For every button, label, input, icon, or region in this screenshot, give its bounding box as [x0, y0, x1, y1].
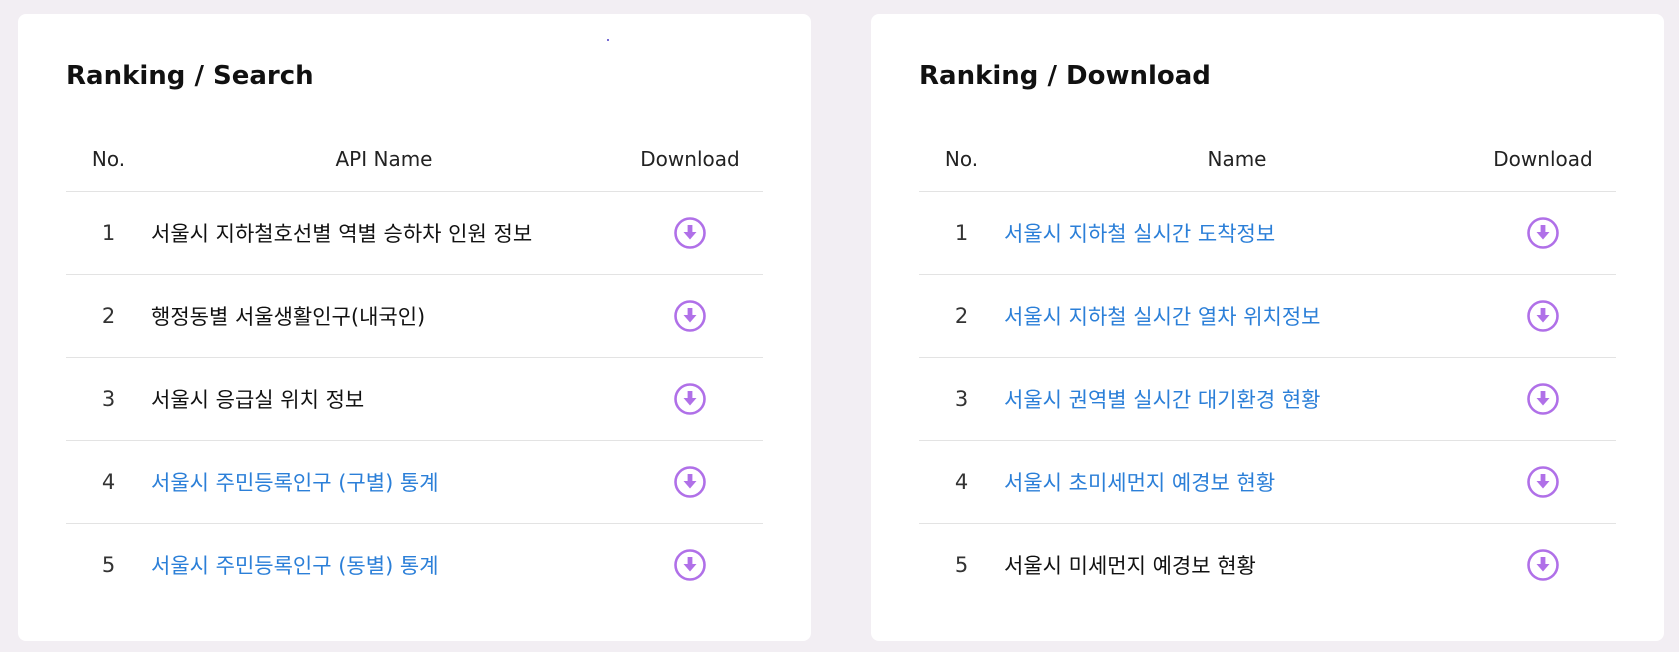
column-header-name: Name — [1004, 126, 1470, 192]
download-circle-icon — [673, 216, 707, 250]
rank-number: 5 — [954, 553, 969, 577]
dataset-name: 행정동별 서울생활인구(내국인) — [151, 274, 617, 358]
column-header-download: Download — [1470, 126, 1616, 192]
download-cell — [1470, 274, 1616, 358]
download-button[interactable] — [673, 299, 707, 333]
download-cell — [1470, 191, 1616, 275]
download-button[interactable] — [673, 465, 707, 499]
table-row: 2 행정동별 서울생활인구(내국인) — [66, 274, 763, 358]
download-circle-icon — [1526, 382, 1560, 416]
search-ranking-title: Ranking / Search — [66, 61, 314, 91]
download-circle-icon — [673, 548, 707, 582]
download-cell — [617, 524, 763, 607]
download-button[interactable] — [673, 548, 707, 582]
table-row: 1 서울시 지하철호선별 역별 승하차 인원 정보 — [66, 191, 763, 275]
dataset-name: 서울시 미세먼지 예경보 현황 — [1004, 554, 1256, 578]
download-button[interactable] — [1526, 216, 1560, 250]
dataset-name-link[interactable]: 서울시 지하철 실시간 열차 위치정보 — [1004, 274, 1470, 358]
download-circle-icon — [1526, 216, 1560, 250]
dataset-name: 서울시 응급실 위치 정보 — [151, 357, 617, 441]
column-header-no: No. — [919, 126, 1004, 192]
table-row: 1 서울시 지하철 실시간 도착정보 — [919, 191, 1616, 275]
download-cell — [1470, 524, 1616, 607]
rank-number: 1 — [919, 191, 1004, 275]
table-row: 5 서울시 미세먼지 예경보 현황 — [919, 524, 1616, 607]
dataset-name-link[interactable]: 서울시 주민등록인구 (동별) 통계 — [151, 524, 617, 607]
rank-number: 4 — [66, 440, 151, 524]
dataset-name-link[interactable]: 서울시 권역별 실시간 대기환경 현황 — [1004, 357, 1470, 441]
download-circle-icon — [673, 382, 707, 416]
download-ranking-panel: Ranking / Download No. Name Download 1 서울… — [871, 14, 1664, 641]
download-cell — [617, 357, 763, 441]
download-circle-icon — [1526, 465, 1560, 499]
download-cell — [617, 440, 763, 524]
rank-number: 5 — [101, 553, 116, 577]
download-cell — [1470, 440, 1616, 524]
dataset-name-link[interactable]: 서울시 초미세먼지 예경보 현황 — [1004, 440, 1470, 524]
search-ranking-panel: Ranking / Search No. API Name Download 1… — [18, 14, 811, 641]
download-button[interactable] — [1526, 299, 1560, 333]
download-button[interactable] — [673, 382, 707, 416]
table-row: 3 서울시 권역별 실시간 대기환경 현황 — [919, 357, 1616, 441]
table-row: 5 서울시 주민등록인구 (동별) 통계 — [66, 524, 763, 607]
column-header-api-name: API Name — [151, 126, 617, 192]
download-circle-icon — [673, 299, 707, 333]
table-row: 3 서울시 응급실 위치 정보 — [66, 357, 763, 441]
search-ranking-rows: 1 서울시 지하철호선별 역별 승하차 인원 정보 2 행정동별 서울생활인구(내국인… — [66, 191, 763, 607]
download-button[interactable] — [673, 216, 707, 250]
rank-number: 3 — [66, 357, 151, 441]
rank-number: 2 — [66, 274, 151, 358]
table-row: 4 서울시 주민등록인구 (구별) 통계 — [66, 440, 763, 524]
download-cell — [617, 191, 763, 275]
download-ranking-title: Ranking / Download — [919, 61, 1211, 91]
search-ranking-table: No. API Name Download 1 서울시 지하철호선별 역별 승하차… — [66, 126, 763, 606]
table-row: 2 서울시 지하철 실시간 열차 위치정보 — [919, 274, 1616, 358]
download-button[interactable] — [1526, 382, 1560, 416]
download-circle-icon — [1526, 299, 1560, 333]
download-cell — [1470, 357, 1616, 441]
rank-number: 2 — [919, 274, 1004, 358]
dataset-name-link[interactable]: 서울시 지하철 실시간 도착정보 — [1004, 191, 1470, 275]
download-cell — [617, 274, 763, 358]
download-circle-icon — [673, 465, 707, 499]
download-ranking-table: No. Name Download 1 서울시 지하철 실시간 도착정보 2 서울시 … — [919, 126, 1616, 606]
column-header-no: No. — [66, 126, 151, 192]
dataset-name: 서울시 지하철호선별 역별 승하차 인원 정보 — [151, 191, 617, 275]
download-button[interactable] — [1526, 548, 1560, 582]
table-header-row: No. API Name Download — [66, 126, 763, 192]
rank-number: 4 — [919, 440, 1004, 524]
decorative-dot — [607, 39, 609, 41]
column-header-download: Download — [617, 126, 763, 192]
dataset-name-link[interactable]: 서울시 주민등록인구 (구별) 통계 — [151, 440, 617, 524]
download-ranking-rows: 1 서울시 지하철 실시간 도착정보 2 서울시 지하철 실시간 열차 위치정보 3 서울… — [919, 191, 1616, 607]
download-button[interactable] — [1526, 465, 1560, 499]
rank-number: 1 — [66, 191, 151, 275]
table-header-row: No. Name Download — [919, 126, 1616, 192]
rank-number: 3 — [919, 357, 1004, 441]
table-row: 4 서울시 초미세먼지 예경보 현황 — [919, 440, 1616, 524]
download-circle-icon — [1526, 548, 1560, 582]
